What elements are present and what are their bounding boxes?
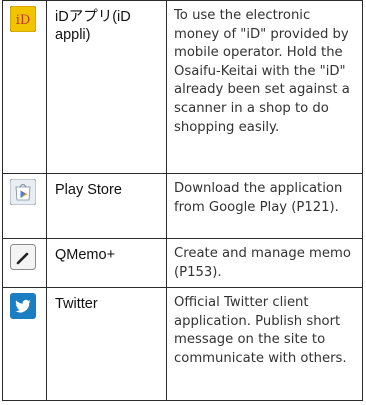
table-row: QMemo+ Create and manage memo (P153). <box>2 238 363 288</box>
app-description-cell: Download the application from Google Pla… <box>166 173 363 239</box>
table-row: iD iDアプリ(iD appli) To use the electronic… <box>2 0 363 174</box>
app-description: Download the application from Google Pla… <box>174 181 343 215</box>
qmemo-pencil-icon <box>3 239 46 270</box>
table-row: Play Store Download the application from… <box>2 173 363 239</box>
table-row: Twitter Official Twitter client applicat… <box>2 287 363 401</box>
app-description: Official Twitter client application. Pub… <box>174 295 347 366</box>
app-name-cell: iDアプリ(iD appli) <box>46 0 167 174</box>
app-name: iDアプリ(iD appli) <box>55 9 131 43</box>
id-logo-text: iD <box>16 13 31 28</box>
app-name-cell: QMemo+ <box>46 238 167 288</box>
app-list-table: iD iDアプリ(iD appli) To use the electronic… <box>2 0 363 401</box>
app-name: Twitter <box>55 296 98 312</box>
play-store-icon <box>3 174 46 205</box>
app-name-cell: Twitter <box>46 287 167 401</box>
icon-cell: iD <box>2 0 47 174</box>
icon-cell <box>2 238 47 288</box>
app-description: Create and manage memo (P153). <box>174 246 351 280</box>
icon-cell <box>2 287 47 401</box>
app-name: QMemo+ <box>55 247 116 263</box>
twitter-bird-icon <box>3 288 46 319</box>
app-description-cell: Official Twitter client application. Pub… <box>166 287 363 401</box>
app-name: Play Store <box>55 182 122 198</box>
app-description: To use the electronic money of "iD" prov… <box>174 8 350 135</box>
app-description-cell: Create and manage memo (P153). <box>166 238 363 288</box>
icon-cell <box>2 173 47 239</box>
id-app-icon: iD <box>3 1 46 32</box>
app-description-cell: To use the electronic money of "iD" prov… <box>166 0 363 174</box>
app-name-cell: Play Store <box>46 173 167 239</box>
